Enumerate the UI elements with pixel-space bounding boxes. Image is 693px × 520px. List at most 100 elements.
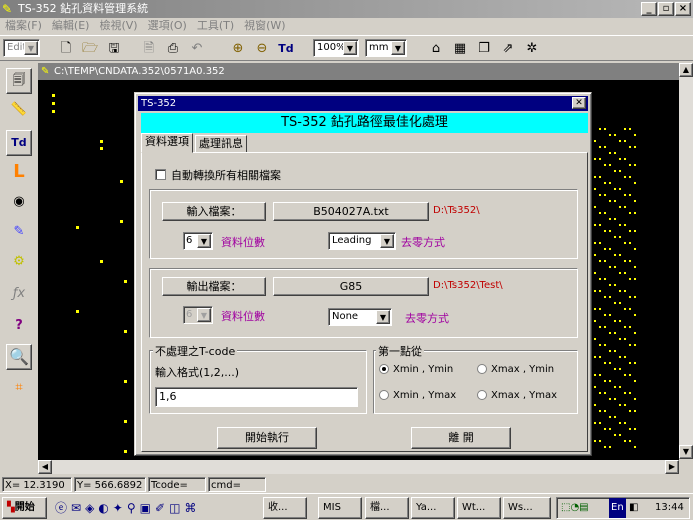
start-button[interactable]: ▚開始 [2,497,47,519]
radio-xmin-ymin[interactable]: Xmin , Ymin [379,364,453,375]
horizontal-scrollbar[interactable]: ◀ ▶ [38,460,679,474]
app-icon-5[interactable]: ▣ [140,501,155,515]
app-icon-8[interactable]: ⌘ [184,501,200,515]
tab-process-messages[interactable]: 處理訊息 [195,135,247,153]
print-preview-icon[interactable]: 🗎 [138,39,160,59]
output-path: D:\Ts352\Test\ [433,280,503,291]
ie-icon[interactable]: ⓔ [55,501,71,515]
input-filename-display[interactable]: B504027A.txt [273,202,429,221]
zoom-select[interactable]: 100% ▼ [313,39,359,57]
taskbar-task-5[interactable]: Ws... [503,497,551,519]
menu-bar: 檔案(F) 編輯(E) 檢視(V) 選項(O) 工具(T) 視窗(W) [0,18,693,34]
app-icon-6[interactable]: ✐ [155,501,169,515]
menu-item-3[interactable]: 選項(O) [148,19,187,32]
help-icon[interactable]: ? [6,314,32,340]
disc-icon[interactable]: ◉ [6,190,32,216]
zoom-out-icon[interactable]: ⊖ [251,39,273,59]
scroll-down-icon[interactable]: ▼ [679,445,693,459]
input-zero-select[interactable]: Leading ▼ [328,232,396,250]
minimize-button[interactable]: _ [641,2,657,16]
drill-hole [614,284,616,286]
menu-item-2[interactable]: 檢視(V) [99,19,137,32]
tcode-input[interactable]: 1,6 [155,387,358,407]
pen-icon[interactable]: ✎ [6,220,32,246]
copy-icon[interactable]: ❐ [473,39,495,59]
taskbar-task-0[interactable]: 收... [263,497,307,519]
input-file-button[interactable]: 輸入檔案： [162,202,266,221]
scroll-right-icon[interactable]: ▶ [665,460,679,474]
save-icon[interactable]: 🖫 [103,39,125,59]
start-execute-button[interactable]: 開始執行 [217,427,317,449]
edit-mode-select[interactable]: Edit ▼ [3,39,40,57]
home-icon[interactable]: ⌂ [425,39,447,59]
app-icon-2[interactable]: ◐ [98,501,112,515]
layers-icon[interactable]: 🗐 [6,68,32,94]
tool-icon[interactable]: ✲ [521,39,543,59]
td-icon[interactable]: Td [275,39,297,59]
drill-hole [594,440,596,442]
scroll-up-icon[interactable]: ▲ [679,63,693,77]
outlook-icon[interactable]: ✉ [71,501,85,515]
drill-hole [604,182,606,184]
fx-icon[interactable]: ƒx [6,282,32,308]
drill-hole [594,356,596,358]
open-folder-icon[interactable]: 🗁 [79,39,101,59]
maximize-button[interactable]: ▫ [658,2,674,16]
menu-item-1[interactable]: 編輯(E) [52,19,90,32]
taskbar-task-4[interactable]: Wt... [457,497,501,519]
exit-button[interactable]: 離 開 [411,427,511,449]
taskbar-task-1[interactable]: MIS [318,497,362,519]
print-icon[interactable]: ⎙ [162,39,184,59]
grid-select-icon[interactable]: ⌗ [6,376,32,402]
app-icon-1[interactable]: ◈ [85,501,98,515]
zoom-in-icon[interactable]: ⊕ [227,39,249,59]
gear-icon[interactable]: ⚙ [6,250,32,276]
drill-hole [614,398,616,400]
menu-item-0[interactable]: 檔案(F) [5,19,42,32]
unit-select[interactable]: mm ▼ [365,39,407,57]
input-digits-select[interactable]: 6 ▼ [183,232,213,250]
vertical-scrollbar[interactable]: ▲ ▼ [679,63,693,459]
tray-lang[interactable]: En [609,498,626,518]
taskbar-task-2[interactable]: 檔... [365,497,409,519]
drill-hole [614,368,616,370]
drill-hole [619,290,621,292]
ruler-icon[interactable]: 📏 [6,98,32,124]
drill-hole [604,248,606,250]
app-icon-3[interactable]: ✦ [113,501,127,515]
status-x: X= 12.3190 [2,477,72,492]
output-file-button[interactable]: 輸出檔案： [162,277,266,296]
output-zero-select[interactable]: None ▼ [328,308,392,326]
scroll-left-icon[interactable]: ◀ [38,460,52,474]
menu-item-4[interactable]: 工具(T) [197,19,234,32]
new-file-icon[interactable]: 🗋 [55,39,77,59]
tray-icons[interactable]: ⬚◔▤ [561,498,589,518]
app-icon-7[interactable]: ◫ [169,501,184,515]
app-icon-4[interactable]: ⚲ [127,501,140,515]
output-digits-select[interactable]: 6 ▼ [183,306,213,324]
tray-icon-2[interactable]: ◧ [629,498,638,518]
magnifier-icon[interactable]: 🔍 [6,344,32,370]
dialog-close-button[interactable]: ✕ [572,97,586,109]
drill-hole [634,266,636,268]
drill-hole [614,350,616,352]
drill-hole [599,326,601,328]
drill-hole [624,194,626,196]
menu-item-5[interactable]: 視窗(W) [244,19,285,32]
undo-icon[interactable]: ↶ [186,39,208,59]
pointer-icon[interactable]: ⇗ [497,39,519,59]
radio-xmax-ymax[interactable]: Xmax , Ymax [477,390,557,401]
layout-icon[interactable]: ▦ [449,39,471,59]
auto-convert-checkbox[interactable] [155,169,166,180]
taskbar-task-3[interactable]: Ya... [411,497,455,519]
orange-l-icon[interactable]: L [6,160,32,186]
radio-xmax-ymin[interactable]: Xmax , Ymin [477,364,554,375]
drill-hole [120,180,123,183]
td-tool-icon[interactable]: Td [6,130,32,156]
drill-hole [609,362,611,364]
close-button[interactable]: × [675,2,691,16]
tab-data-options[interactable]: 資料選項 [141,133,193,153]
radio-xmin-ymax[interactable]: Xmin , Ymax [379,390,456,401]
input-digits-label: 資料位數 [221,236,265,249]
output-filename-display[interactable]: G85 [273,277,429,296]
